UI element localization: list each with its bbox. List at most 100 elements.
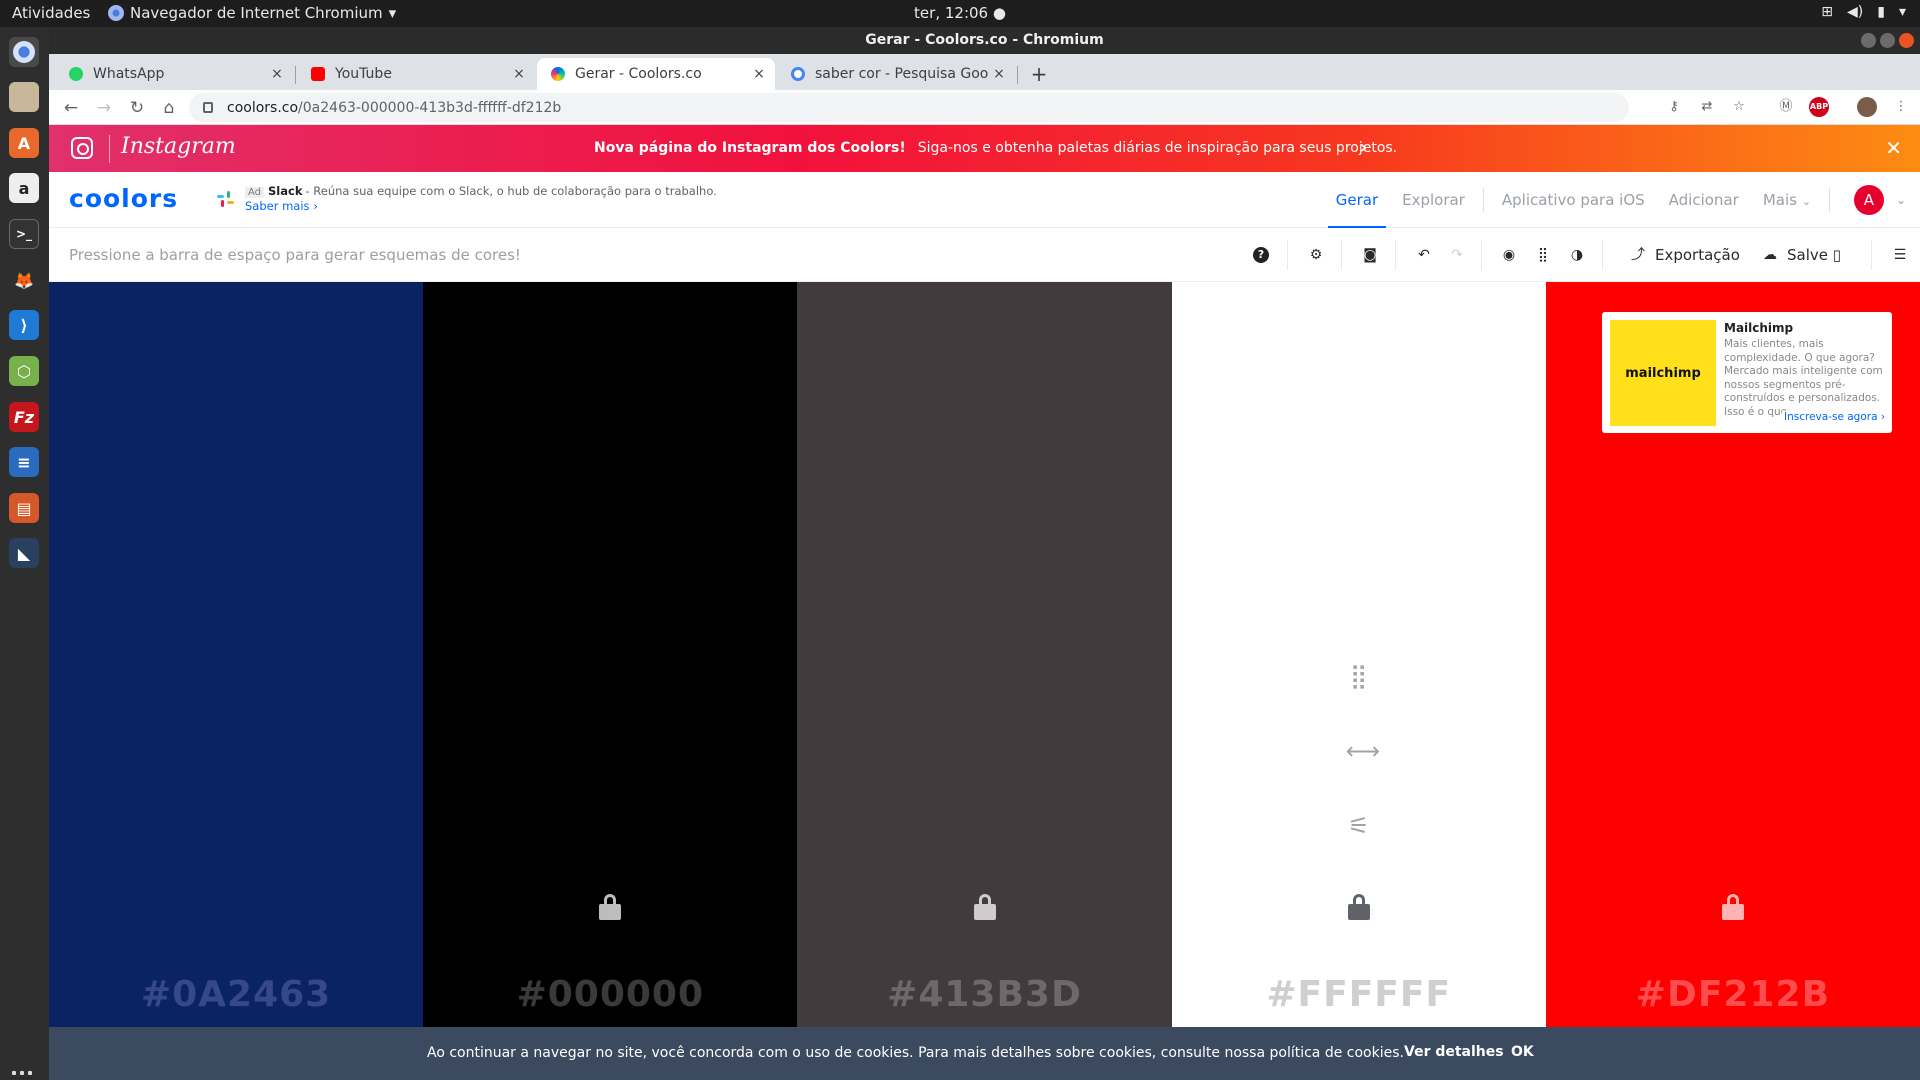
undo-button[interactable]: ↶: [1415, 244, 1433, 266]
tab-youtube[interactable]: YouTube ×: [297, 58, 535, 90]
color-swatch[interactable]: #413B3D: [797, 282, 1172, 1027]
nav-more[interactable]: Mais ⌄: [1763, 172, 1811, 228]
new-tab-button[interactable]: +: [1025, 60, 1053, 88]
cookie-ok-button[interactable]: OK: [1511, 1044, 1534, 1060]
writer-dock-icon[interactable]: ≡: [9, 447, 39, 477]
hex-code[interactable]: #FFFFFF: [1172, 974, 1546, 1015]
adblock-icon[interactable]: ABP: [1809, 97, 1829, 117]
system-tray[interactable]: ⊞ ◀) ▮ ▾: [1821, 4, 1906, 20]
url-host: coolors.co: [227, 99, 299, 116]
export-button[interactable]: ⤴ Exportação: [1629, 244, 1740, 266]
chevron-right-icon[interactable]: ›: [1360, 137, 1367, 158]
files-dock-icon[interactable]: [9, 82, 39, 112]
ad-learn-more-link[interactable]: Saber mais ›: [245, 199, 318, 213]
nav-ios-app[interactable]: Aplicativo para iOS: [1502, 172, 1645, 228]
grid-button[interactable]: ⣿: [1534, 244, 1552, 266]
contrast-button[interactable]: ◑: [1568, 244, 1586, 266]
chevron-down-icon[interactable]: ⌄: [1896, 193, 1906, 207]
coolors-logo[interactable]: coolors: [69, 184, 178, 213]
bookmark-star-icon[interactable]: ☆: [1729, 97, 1749, 117]
gimp-dock-icon[interactable]: 🦊: [9, 265, 39, 295]
screenshot-button[interactable]: ◙: [1361, 244, 1379, 266]
mysql-workbench-dock-icon[interactable]: ◣: [9, 538, 39, 568]
whatsapp-icon: [69, 67, 83, 81]
filezilla-dock-icon[interactable]: Fz: [9, 402, 39, 432]
eye-icon: ◉: [1502, 247, 1516, 263]
color-swatch[interactable]: #0A2463: [49, 282, 424, 1027]
tab-label: saber cor - Pesquisa Goog: [815, 66, 989, 82]
color-swatch[interactable]: #000000: [423, 282, 798, 1027]
chromium-dock-icon[interactable]: [9, 37, 39, 67]
instagram-wordmark: Instagram: [121, 134, 236, 159]
vscode-dock-icon[interactable]: ⟩: [9, 310, 39, 340]
tab-google-search[interactable]: saber cor - Pesquisa Goog ×: [777, 58, 1015, 90]
tab-coolors[interactable]: Gerar - Coolors.co ×: [537, 58, 775, 90]
camera-icon: ◙: [1363, 247, 1377, 263]
nav-explore[interactable]: Explorar: [1402, 172, 1465, 228]
close-tab-icon[interactable]: ×: [509, 66, 529, 82]
save-button[interactable]: ☁ Salve ▯: [1761, 244, 1841, 266]
redo-button[interactable]: ↷: [1448, 244, 1466, 266]
close-window-button[interactable]: [1899, 33, 1914, 48]
lock-icon[interactable]: [599, 894, 622, 920]
software-dock-icon[interactable]: A: [9, 128, 39, 158]
hex-code[interactable]: #DF212B: [1546, 974, 1920, 1015]
menu-dots-icon[interactable]: ⋮: [1891, 97, 1911, 117]
close-tab-icon[interactable]: ×: [267, 66, 287, 82]
view-button[interactable]: ◉: [1500, 244, 1518, 266]
translate-icon[interactable]: ⇄: [1697, 97, 1717, 117]
cloud-upload-icon: ☁: [1763, 247, 1777, 263]
amazon-dock-icon[interactable]: a: [9, 173, 39, 203]
menu-button[interactable]: ☰: [1891, 244, 1909, 266]
minimize-button[interactable]: [1861, 33, 1876, 48]
nav-generate[interactable]: Gerar: [1327, 172, 1387, 228]
youtube-icon: [311, 67, 325, 81]
address-bar[interactable]: coolors.co/0a2463-000000-413b3d-ffffff-d…: [189, 93, 1629, 122]
ad-card-cta[interactable]: Inscreva-se agora ›: [1782, 411, 1886, 423]
maximize-button[interactable]: [1880, 33, 1895, 48]
back-button[interactable]: ←: [59, 96, 83, 120]
settings-button[interactable]: ⚙: [1307, 244, 1325, 266]
hex-code[interactable]: #413B3D: [797, 974, 1171, 1015]
adjust-sliders-icon[interactable]: ⚟: [1346, 812, 1372, 840]
nav-add[interactable]: Adicionar: [1669, 172, 1739, 228]
battery-icon: ▮: [1877, 4, 1885, 20]
cookie-details-link[interactable]: Ver detalhes: [1404, 1044, 1504, 1060]
close-tab-icon[interactable]: ×: [749, 66, 769, 82]
resize-arrows-icon[interactable]: ⟷: [1346, 737, 1380, 765]
show-applications-icon[interactable]: [12, 1071, 36, 1080]
ad-card-body: Mais clientes, mais complexidade. O que …: [1724, 338, 1883, 418]
chevron-down-icon: ⌄: [1801, 195, 1811, 208]
terminal-dock-icon[interactable]: >_: [9, 219, 39, 249]
window-title-bar: Gerar - Coolors.co - Chromium: [49, 27, 1920, 54]
hex-code[interactable]: #000000: [423, 974, 797, 1015]
tab-whatsapp[interactable]: WhatsApp ×: [55, 58, 293, 90]
help-button[interactable]: ?: [1253, 244, 1269, 266]
google-icon: [791, 67, 805, 81]
profile-avatar[interactable]: [1857, 97, 1877, 117]
user-avatar[interactable]: A: [1853, 185, 1884, 215]
hex-code[interactable]: #0A2463: [49, 974, 423, 1015]
grid-drag-icon[interactable]: ⣿: [1346, 662, 1372, 690]
lock-icon[interactable]: [1721, 894, 1744, 920]
extension-m-icon[interactable]: Ⓜ: [1776, 97, 1796, 117]
home-button[interactable]: ⌂: [157, 96, 181, 120]
color-swatch[interactable]: ⣿ ⟷ ⚟ #FFFFFF: [1171, 282, 1546, 1027]
forward-button[interactable]: →: [92, 96, 116, 120]
ad-text: - Reúna sua equipe com o Slack, o hub de…: [305, 184, 717, 198]
reload-button[interactable]: ↻: [125, 96, 149, 120]
slack-icon: [217, 190, 235, 208]
key-icon[interactable]: ⚷: [1664, 97, 1684, 117]
generator-toolbar: Pressione a barra de espaço para gerar e…: [49, 228, 1920, 282]
instagram-banner[interactable]: Instagram Nova página do Instagram dos C…: [49, 125, 1920, 172]
sponsor-ad-card[interactable]: mailchimp Mailchimp Mais clientes, mais …: [1602, 312, 1892, 433]
impress-dock-icon[interactable]: ▤: [9, 493, 39, 523]
ad-brand: Slack: [268, 184, 303, 198]
cube-app-dock-icon[interactable]: ⬡: [9, 356, 39, 386]
lock-icon[interactable]: [973, 894, 996, 920]
clock[interactable]: ter, 12:06 ●: [0, 4, 1920, 22]
close-banner-icon[interactable]: ✕: [1885, 136, 1902, 160]
lock-icon[interactable]: [1347, 894, 1370, 920]
url-path: /0a2463-000000-413b3d-ffffff-df212b: [298, 99, 562, 116]
close-tab-icon[interactable]: ×: [989, 66, 1009, 82]
